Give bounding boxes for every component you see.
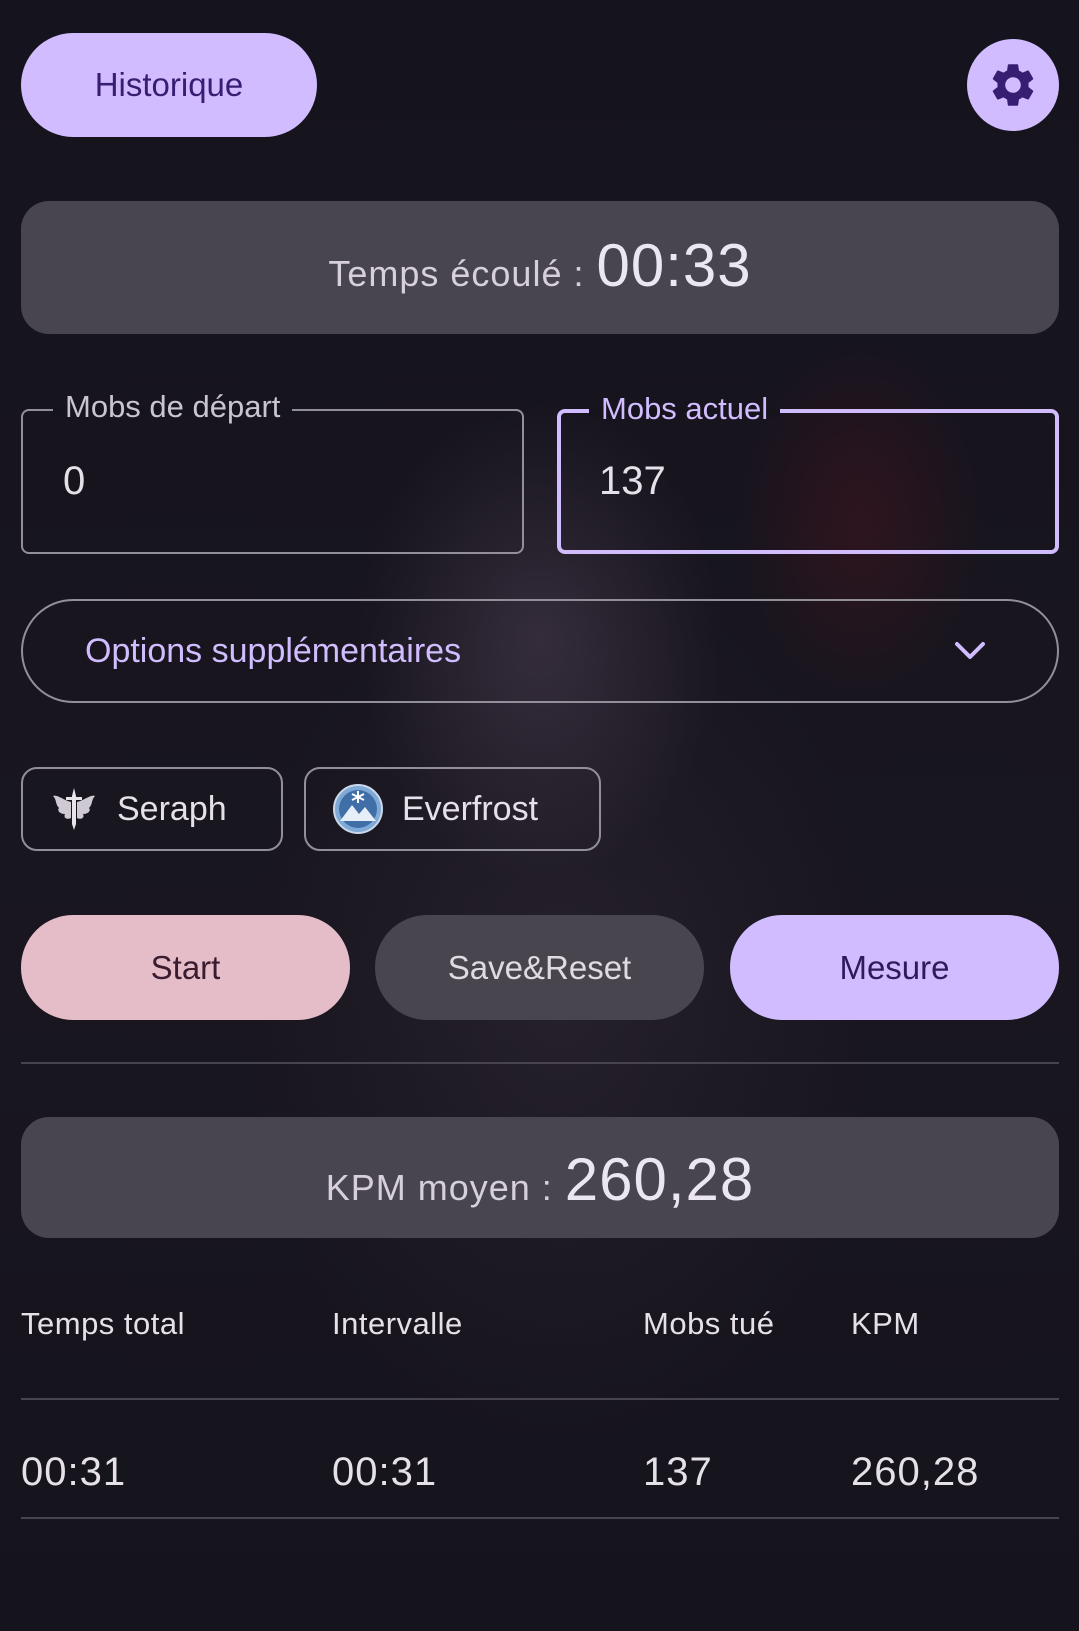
current-mobs-field[interactable]: Mobs actuel 137	[557, 391, 1059, 554]
elapsed-time-card: Temps écoulé : 00:33	[21, 201, 1059, 334]
settings-button[interactable]	[967, 39, 1059, 131]
winged-sword-emblem-icon	[53, 788, 95, 830]
extra-options-label: Options supplémentaires	[85, 631, 462, 670]
average-kpm-label: KPM moyen :	[325, 1167, 553, 1208]
table-header-kpm: KPM	[851, 1306, 920, 1341]
table-header-row: Temps total Intervalle Mobs tué KPM	[21, 1306, 1059, 1354]
chip-seraph-label: Seraph	[117, 789, 227, 828]
start-mobs-label: Mobs de départ	[65, 389, 281, 424]
start-mobs-field[interactable]: Mobs de départ 0	[21, 389, 524, 554]
table-header-divider	[21, 1398, 1059, 1400]
current-mobs-value[interactable]: 137	[599, 459, 666, 504]
chip-everfrost[interactable]: Everfrost	[304, 767, 601, 851]
section-divider	[21, 1062, 1059, 1064]
table-header-interval: Intervalle	[332, 1306, 463, 1341]
table-row-divider	[21, 1517, 1059, 1519]
elapsed-time-value: 00:33	[596, 232, 752, 299]
table-cell-mobs-killed: 137	[643, 1450, 713, 1494]
table-cell-interval: 00:31	[332, 1450, 438, 1494]
elapsed-time-label: Temps écoulé :	[328, 253, 585, 294]
table-header-mobs-killed: Mobs tué	[643, 1306, 775, 1341]
start-mobs-label-wrap: Mobs de départ	[53, 389, 293, 425]
table-cell-total-time: 00:31	[21, 1450, 127, 1494]
current-mobs-label: Mobs actuel	[601, 391, 769, 426]
measure-button[interactable]: Mesure	[730, 915, 1059, 1020]
extra-options-dropdown[interactable]: Options supplémentaires	[21, 599, 1059, 703]
save-reset-button[interactable]: Save&Reset	[375, 915, 704, 1020]
gear-icon	[992, 64, 1034, 106]
table-cell-kpm: 260,28	[851, 1450, 980, 1494]
chip-everfrost-label: Everfrost	[402, 789, 539, 828]
average-kpm-value: 260,28	[564, 1146, 755, 1213]
chevron-down-icon	[955, 642, 985, 659]
history-button[interactable]: Historique	[21, 33, 317, 137]
table-header-total-time: Temps total	[21, 1306, 186, 1341]
start-button[interactable]: Start	[21, 915, 350, 1020]
snow-mountain-emblem-icon	[333, 784, 383, 834]
table-row: 00:31 00:31 137 260,28	[21, 1450, 1059, 1506]
chip-seraph[interactable]: Seraph	[21, 767, 283, 851]
average-kpm-card: KPM moyen : 260,28	[21, 1117, 1059, 1238]
start-mobs-value[interactable]: 0	[63, 459, 85, 504]
current-mobs-label-wrap: Mobs actuel	[589, 391, 781, 427]
